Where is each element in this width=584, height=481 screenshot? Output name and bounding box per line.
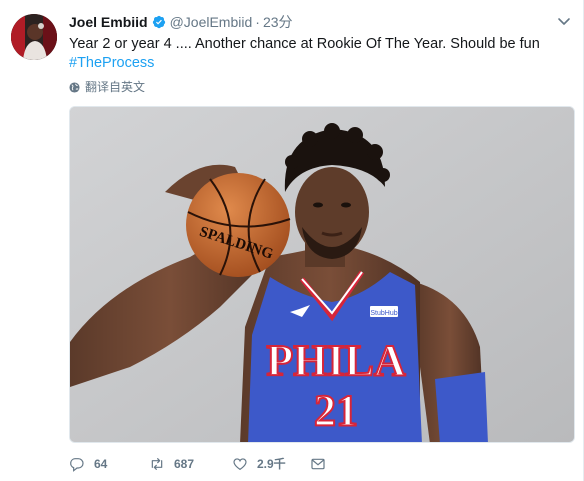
globe-icon <box>69 81 80 93</box>
tweet-photo[interactable]: SPALDING StubHub PHILA 21 <box>69 106 575 443</box>
retweet-icon <box>151 457 163 470</box>
jersey-text: PHILA <box>266 336 406 385</box>
basketball: SPALDING <box>186 173 291 277</box>
direct-message-button[interactable] <box>310 456 326 472</box>
translate-tweet-link[interactable]: 翻译自英文 <box>69 79 145 95</box>
translate-label: 翻译自英文 <box>85 80 146 94</box>
jersey-number: 21 <box>314 386 358 435</box>
reply-count: 64 <box>94 456 108 471</box>
arm-sleeve <box>435 372 488 442</box>
retweet-count: 687 <box>174 456 195 471</box>
like-count: 2.9千 <box>257 457 286 471</box>
tweet-text: Year 2 or year 4 .... Another chance at … <box>69 36 540 52</box>
direct-message-icon <box>311 458 325 469</box>
tweet-timestamp[interactable]: 23分 <box>263 13 293 31</box>
retweet-button[interactable]: 687 <box>149 456 232 472</box>
tweet-card[interactable]: Joel Embiid @JoelEmbiid · 23分 Year 2 or … <box>0 0 584 481</box>
tweet-header: Joel Embiid @JoelEmbiid · 23分 <box>69 13 293 31</box>
reply-button[interactable]: 64 <box>69 456 149 472</box>
hashtag-link[interactable]: #TheProcess <box>69 53 154 73</box>
head <box>295 167 369 257</box>
verified-badge-icon <box>152 15 165 29</box>
author-name[interactable]: Joel Embiid <box>69 13 148 31</box>
author-handle[interactable]: @JoelEmbiid <box>170 13 253 31</box>
like-icon <box>233 457 247 470</box>
reply-icon <box>70 457 84 472</box>
header-separator: · <box>255 14 260 30</box>
tweet-actions: 64 687 2.9千 <box>69 455 326 472</box>
avatar[interactable] <box>11 14 57 60</box>
like-button[interactable]: 2.9千 <box>232 455 310 472</box>
chevron-down-icon[interactable] <box>557 14 571 28</box>
jersey-patch-text: StubHub <box>370 310 397 317</box>
